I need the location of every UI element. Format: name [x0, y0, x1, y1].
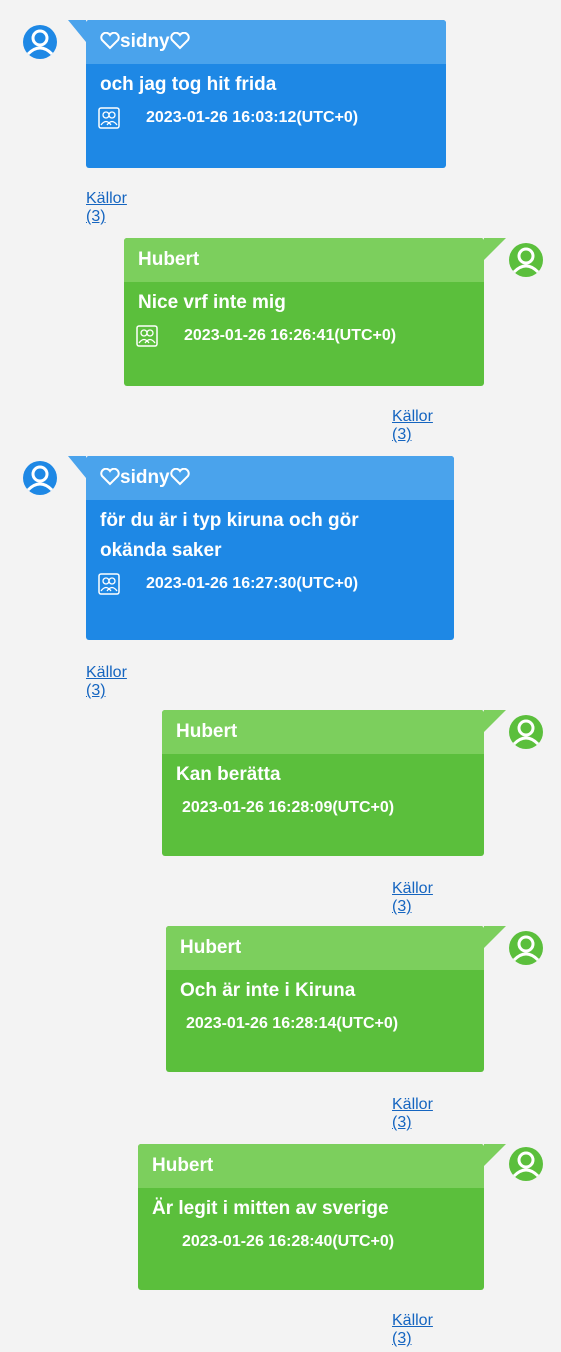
message-text: Och är inte i Kiruna: [180, 980, 356, 1001]
message-timestamp: 2023-01-26 16:28:09(UTC+0): [182, 799, 395, 816]
message-timestamp: 2023-01-26 16:28:40(UTC+0): [182, 1233, 395, 1250]
user-avatar-icon: [509, 1147, 543, 1181]
sources-link[interactable]: Källor (3): [392, 880, 433, 916]
message-bubble: sidny för du är i typ kiruna och gör okä…: [68, 456, 454, 640]
heart-icon: [100, 32, 120, 50]
message-bubble: Hubert Kan berätta 2023-01-26 16:28:09(U…: [162, 710, 506, 856]
message-timestamp: 2023-01-26 16:28:14(UTC+0): [186, 1015, 399, 1032]
sources-link[interactable]: Källor (3): [392, 1096, 433, 1132]
sources-link[interactable]: Källor (3): [392, 408, 433, 444]
group-icon: [98, 107, 120, 129]
sources-link[interactable]: Källor (3): [86, 190, 127, 226]
user-avatar-icon: [509, 715, 543, 749]
user-avatar-icon: [509, 931, 543, 965]
user-avatar-icon: [23, 25, 57, 59]
message-bubble: Hubert Är legit i mitten av sverige 2023…: [138, 1144, 506, 1290]
sender-name: Hubert: [162, 710, 484, 754]
sources-link[interactable]: Källor (3): [392, 1312, 433, 1348]
sender-name: sidny: [86, 456, 454, 500]
message-text: för du är i typ kiruna och gör okända sa…: [100, 510, 359, 561]
heart-icon: [100, 468, 120, 486]
user-avatar-icon: [509, 243, 543, 277]
heart-icon: [169, 468, 190, 486]
message-bubble: sidny och jag tog hit frida 2023-01-26 1…: [68, 20, 446, 168]
message-timestamp: 2023-01-26 16:03:12(UTC+0): [146, 109, 359, 126]
message-bubble: Hubert Och är inte i Kiruna 2023-01-26 1…: [166, 926, 506, 1072]
message-timestamp: 2023-01-26 16:27:30(UTC+0): [146, 575, 359, 592]
message-text: och jag tog hit frida: [100, 74, 277, 95]
message-text: Är legit i mitten av sverige: [152, 1198, 389, 1219]
message-bubble: Hubert Nice vrf inte mig 2023-01-26 16:2…: [124, 238, 506, 386]
message-text: Nice vrf inte mig: [138, 292, 286, 313]
group-icon: [136, 325, 158, 347]
message-timestamp: 2023-01-26 16:26:41(UTC+0): [184, 327, 397, 344]
sender-name: Hubert: [124, 238, 484, 282]
message-text: Kan berätta: [176, 764, 281, 785]
heart-icon: [169, 32, 190, 50]
group-icon: [98, 573, 120, 595]
sender-name: Hubert: [166, 926, 484, 970]
user-avatar-icon: [23, 461, 57, 495]
sender-name: Hubert: [138, 1144, 484, 1188]
sender-name: sidny: [86, 20, 446, 64]
sources-link[interactable]: Källor (3): [86, 664, 127, 700]
